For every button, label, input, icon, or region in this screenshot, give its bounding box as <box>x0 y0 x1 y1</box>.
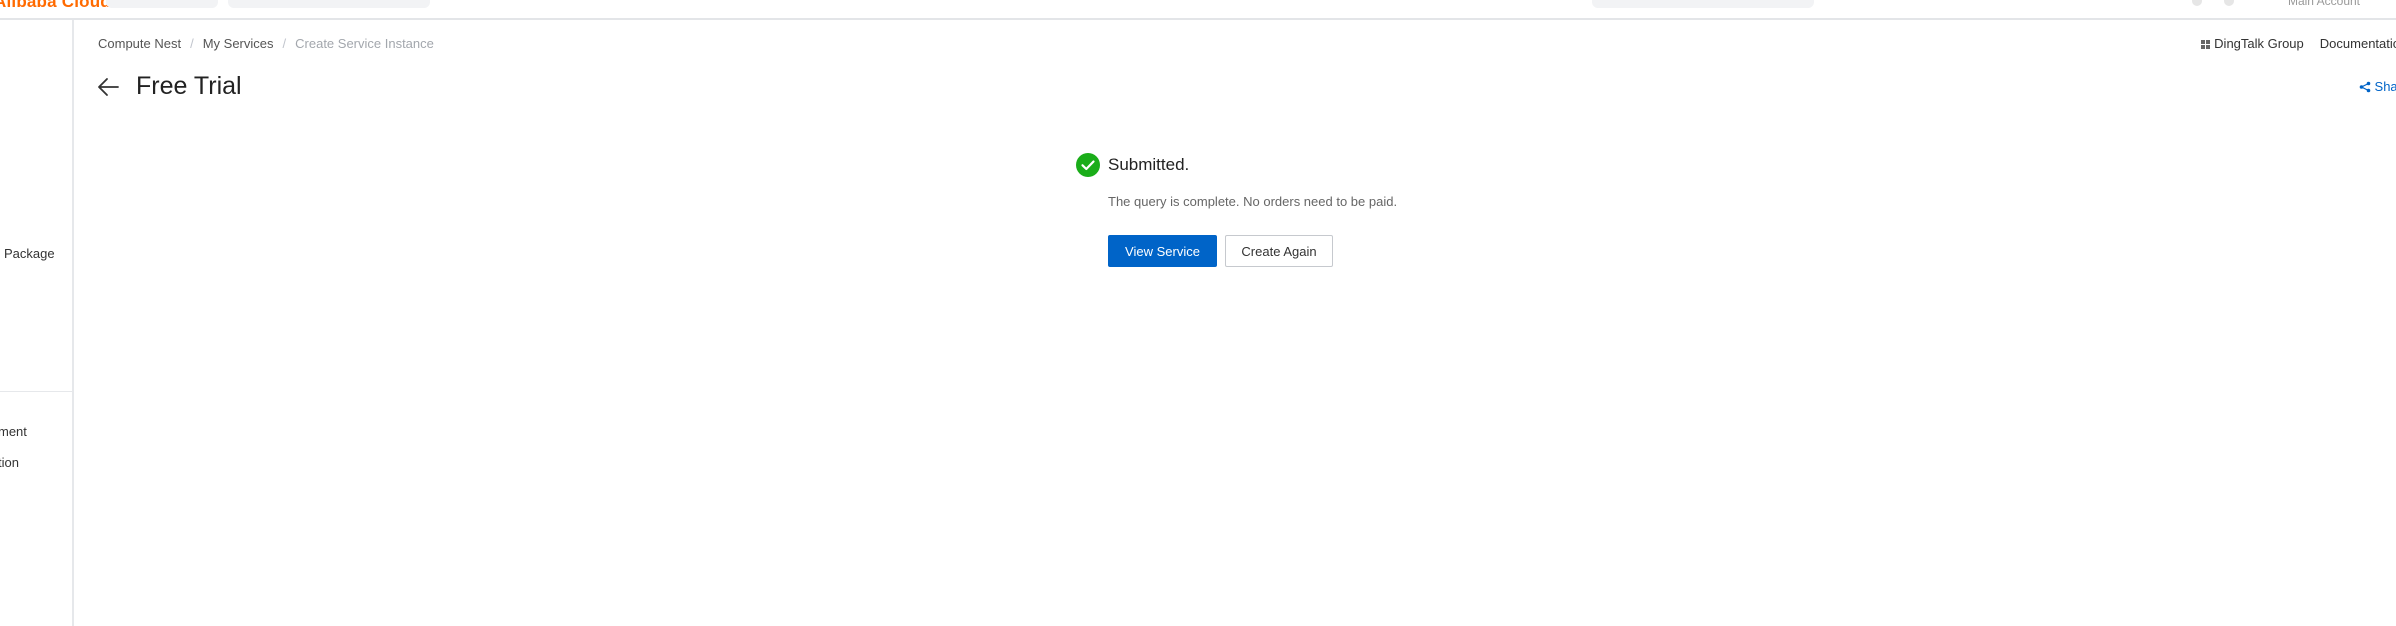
breadcrumb-item-current: Create Service Instance <box>295 36 434 51</box>
result-title: Submitted. <box>1108 155 1190 174</box>
sidebar: Package ment tion <box>0 20 74 626</box>
check-circle-icon <box>1076 153 1100 177</box>
header-links: DingTalk Group Documentatio <box>2201 36 2396 51</box>
share-label: Shar <box>2374 79 2396 94</box>
dingtalk-group-link[interactable]: DingTalk Group <box>2201 36 2304 51</box>
brand-logo[interactable]: Alibaba Cloud <box>0 0 111 12</box>
create-again-button[interactable]: Create Again <box>1225 235 1333 267</box>
sidebar-item-management[interactable]: ment <box>0 424 27 439</box>
share-icon <box>2359 81 2370 93</box>
breadcrumb-separator: / <box>190 36 194 51</box>
view-service-button[interactable]: View Service <box>1108 235 1217 267</box>
top-navigation-bar: Alibaba Cloud Main Account <box>0 0 2396 20</box>
breadcrumb-item-compute-nest[interactable]: Compute Nest <box>98 36 181 51</box>
documentation-link[interactable]: Documentatio <box>2320 36 2396 51</box>
top-nav-placeholder[interactable] <box>228 0 430 8</box>
sidebar-item-application[interactable]: tion <box>0 455 19 470</box>
breadcrumb-separator: / <box>282 36 287 51</box>
top-nav-placeholder[interactable] <box>106 0 218 8</box>
notification-icon[interactable] <box>2192 0 2202 6</box>
dingtalk-group-label: DingTalk Group <box>2214 36 2304 51</box>
help-icon[interactable] <box>2224 0 2234 6</box>
arrow-left-icon[interactable] <box>97 77 119 97</box>
share-button[interactable]: Shar <box>2359 79 2396 94</box>
result-description: The query is complete. No orders need to… <box>1108 194 1398 209</box>
sidebar-divider <box>0 391 72 392</box>
breadcrumb-item-my-services[interactable]: My Services <box>203 36 274 51</box>
grid-icon <box>2201 40 2211 49</box>
sidebar-item-package[interactable]: Package <box>4 246 55 261</box>
page-title: Free Trial <box>136 72 242 100</box>
breadcrumb: Compute Nest / My Services / Create Service … <box>98 36 434 51</box>
global-search-bar[interactable] <box>1592 0 1814 8</box>
account-menu[interactable]: Main Account <box>2288 0 2360 8</box>
